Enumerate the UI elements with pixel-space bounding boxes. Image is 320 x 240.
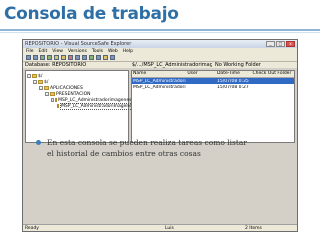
status-item-count: 2 Items <box>245 225 262 231</box>
find-icon[interactable] <box>103 55 108 60</box>
project-tree: - $/ - $/ - APLICACIONES - PRESENTACION … <box>25 70 143 143</box>
tree-item-selected[interactable]: MSP_LC_Administradorimagenes <box>27 102 136 110</box>
bullet-icon <box>36 140 41 145</box>
address-bar: Database: REPOSITORIO $/.../MSP_LC_Admin… <box>23 62 297 68</box>
get-latest-icon[interactable] <box>47 55 52 60</box>
file-name: MSP_LC_Administradorimag <box>133 84 186 90</box>
checkin-icon[interactable] <box>61 55 66 60</box>
list-header: Name User Date-Time Check Out Folder <box>132 71 294 78</box>
collapse-icon[interactable]: - <box>39 86 43 90</box>
window-titlebar: REPOSITORIO - Visual SourceSafe Explorer… <box>23 40 297 48</box>
column-user[interactable]: User <box>186 71 216 77</box>
menu-web[interactable]: Web <box>108 49 118 54</box>
working-folder-label: No Working Folder <box>215 62 261 68</box>
toolbar <box>23 54 297 62</box>
bullet-text: En esta consola se pueden realiza tareas… <box>47 138 247 158</box>
status-bar: Ready Luis 2 Items <box>23 224 297 231</box>
minimize-button[interactable]: _ <box>266 41 275 47</box>
menu-file[interactable]: File <box>26 49 34 54</box>
title-underline-light <box>0 32 320 33</box>
database-label: Database: REPOSITORIO <box>25 62 87 68</box>
column-datetime[interactable]: Date-Time <box>216 71 252 77</box>
status-user: Luis <box>165 225 174 231</box>
folder-icon <box>32 74 37 78</box>
save-icon[interactable] <box>33 55 38 60</box>
folder-icon <box>38 80 43 84</box>
history-icon[interactable] <box>89 55 94 60</box>
menu-view[interactable]: View <box>52 49 63 54</box>
undo-checkout-icon[interactable] <box>68 55 73 60</box>
project-path: $/.../MSP_LC_Administradorimagenes <box>132 62 212 68</box>
slide-title: Consola de trabajo <box>4 4 179 24</box>
menu-help[interactable]: Help <box>123 49 133 54</box>
folder-icon <box>50 92 55 96</box>
open-icon[interactable] <box>26 55 31 60</box>
folder-icon <box>44 86 49 90</box>
list-row[interactable]: MSP_LC_Administradorimag 15/07/08 0:27 <box>132 84 294 90</box>
diff-icon[interactable] <box>96 55 101 60</box>
close-button[interactable]: x <box>286 41 295 47</box>
checkout-icon[interactable] <box>54 55 59 60</box>
menu-tools[interactable]: Tools <box>92 49 103 54</box>
window-title: REPOSITORIO - Visual SourceSafe Explorer <box>25 41 132 47</box>
collapse-icon[interactable]: - <box>27 74 31 78</box>
share-icon[interactable] <box>75 55 80 60</box>
collapse-icon[interactable]: - <box>51 98 55 102</box>
folder-icon <box>57 104 59 108</box>
slide-bullet: En esta consola se pueden realiza tareas… <box>36 137 248 159</box>
file-name: MSP_LC_Administradorimag <box>133 78 186 84</box>
folder-icon <box>55 98 58 102</box>
column-checkout-folder[interactable]: Check Out Folder <box>252 71 294 77</box>
status-ready: Ready <box>25 225 39 231</box>
maximize-button[interactable]: □ <box>276 41 285 47</box>
branch-icon[interactable] <box>82 55 87 60</box>
file-list: Name User Date-Time Check Out Folder MSP… <box>131 70 295 143</box>
refresh-icon[interactable] <box>110 55 115 60</box>
file-datetime: 15/07/08 0:27 <box>216 84 249 90</box>
menu-versions[interactable]: Versions <box>68 49 87 54</box>
menu-edit[interactable]: Edit <box>39 49 48 54</box>
title-underline <box>0 29 320 31</box>
collapse-icon[interactable]: - <box>45 92 49 96</box>
sourcesafe-window: REPOSITORIO - Visual SourceSafe Explorer… <box>22 39 298 232</box>
column-name[interactable]: Name <box>132 71 186 77</box>
file-datetime: 15/07/08 0:35 <box>216 78 249 84</box>
add-file-icon[interactable] <box>40 55 45 60</box>
collapse-icon[interactable]: - <box>33 80 37 84</box>
